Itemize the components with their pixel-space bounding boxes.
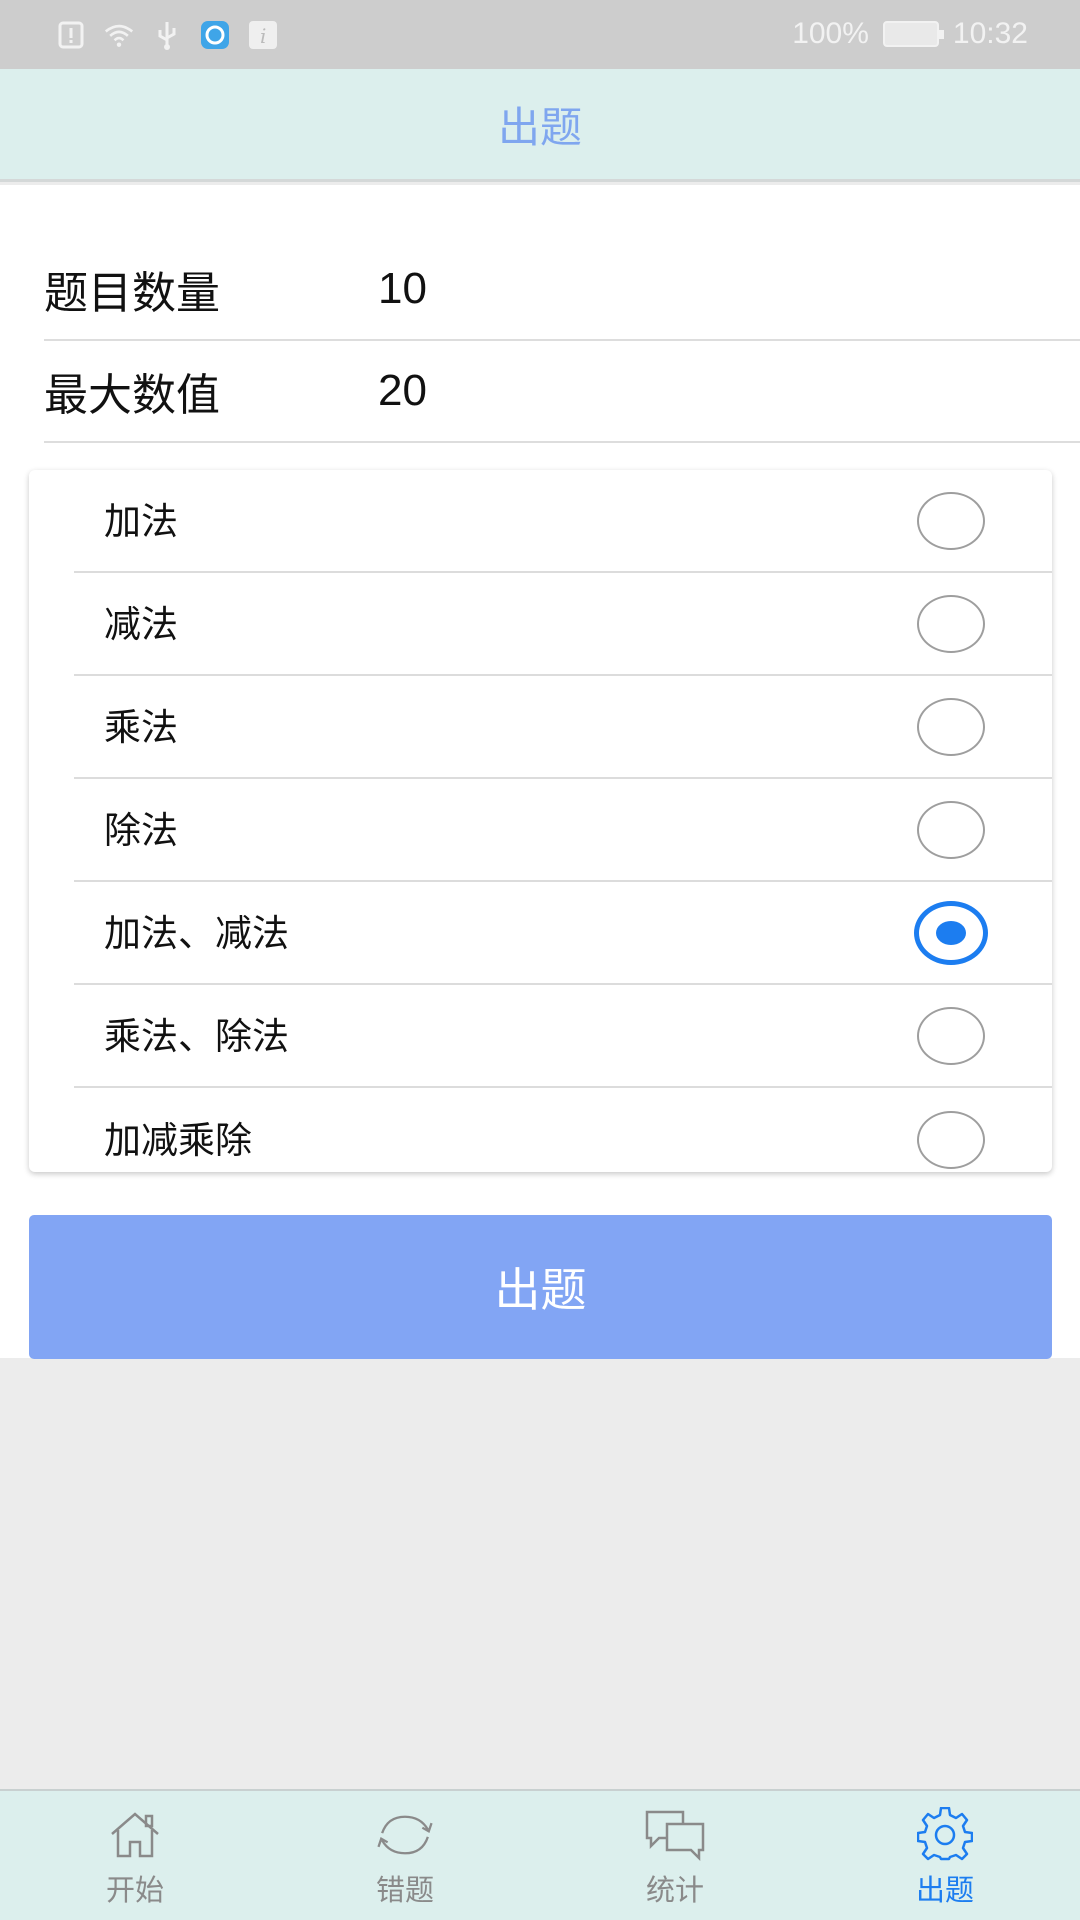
- option-addition[interactable]: 加法: [74, 470, 1052, 573]
- max-value-row[interactable]: 最大数值 20: [44, 341, 1080, 443]
- info-icon: i: [248, 20, 278, 50]
- option-label: 加法: [104, 499, 178, 543]
- app-bar: 出题: [0, 69, 1080, 182]
- refresh-icon: [373, 1807, 437, 1863]
- nav-label: 出题: [915, 1873, 974, 1907]
- question-count-label: 题目数量: [44, 268, 220, 319]
- svg-text:i: i: [260, 24, 266, 48]
- option-add-subtract[interactable]: 加法、减法: [74, 882, 1052, 985]
- status-right: 100% 10:32: [792, 14, 1028, 54]
- radio-button-checked[interactable]: [914, 900, 988, 965]
- generate-button-label: 出题: [494, 1264, 587, 1316]
- app-notification-icon: [200, 20, 230, 50]
- option-label: 加减乘除: [104, 1118, 252, 1162]
- radio-button[interactable]: [917, 800, 985, 859]
- operation-options-card: 加法 减法 乘法 除法 加法、减法 乘法、除法 加减乘除: [29, 470, 1052, 1172]
- nav-label: 统计: [645, 1873, 704, 1907]
- nav-label: 错题: [375, 1873, 434, 1907]
- home-icon: [103, 1807, 167, 1863]
- page-title: 出题: [497, 102, 582, 152]
- option-label: 加法、减法: [104, 911, 289, 955]
- gear-icon: [913, 1807, 977, 1863]
- option-all-operations[interactable]: 加减乘除: [74, 1088, 1052, 1172]
- usb-icon: [152, 20, 182, 50]
- alert-icon: [56, 20, 86, 50]
- max-value-input[interactable]: 20: [378, 366, 427, 416]
- nav-item-statistics[interactable]: 统计: [540, 1791, 810, 1920]
- nav-item-start[interactable]: 开始: [0, 1791, 270, 1920]
- radio-button[interactable]: [917, 1006, 985, 1065]
- question-count-input[interactable]: 10: [378, 264, 427, 314]
- option-label: 减法: [104, 602, 178, 646]
- radio-button[interactable]: [917, 697, 985, 756]
- option-label: 乘法、除法: [104, 1014, 289, 1058]
- question-count-row[interactable]: 题目数量 10: [44, 239, 1080, 341]
- chat-icon: [643, 1807, 707, 1863]
- generate-questions-button[interactable]: 出题: [29, 1215, 1052, 1359]
- nav-label: 开始: [105, 1873, 164, 1907]
- status-bar: i 100% 10:32: [0, 0, 1080, 69]
- radio-button[interactable]: [917, 594, 985, 653]
- max-value-label: 最大数值: [44, 370, 220, 421]
- main-content: 题目数量 10 最大数值 20 加法 减法 乘法 除法 加法、减法 乘法、除法: [0, 185, 1080, 1359]
- option-multiplication[interactable]: 乘法: [74, 676, 1052, 779]
- option-multiply-divide[interactable]: 乘法、除法: [74, 985, 1052, 1088]
- bottom-nav: 开始 错题 统计 出题: [0, 1789, 1080, 1920]
- radio-button[interactable]: [917, 491, 985, 550]
- wifi-icon: [104, 20, 134, 50]
- status-icons: i: [56, 18, 278, 52]
- radio-button[interactable]: [917, 1110, 985, 1169]
- battery-icon: [882, 21, 944, 47]
- option-subtraction[interactable]: 减法: [74, 573, 1052, 676]
- option-division[interactable]: 除法: [74, 779, 1052, 882]
- battery-percent: 100%: [792, 17, 869, 50]
- nav-item-generate[interactable]: 出题: [810, 1791, 1080, 1920]
- option-label: 除法: [104, 808, 178, 852]
- option-label: 乘法: [104, 705, 178, 749]
- clock: 10:32: [952, 17, 1028, 50]
- nav-item-mistakes[interactable]: 错题: [270, 1791, 540, 1920]
